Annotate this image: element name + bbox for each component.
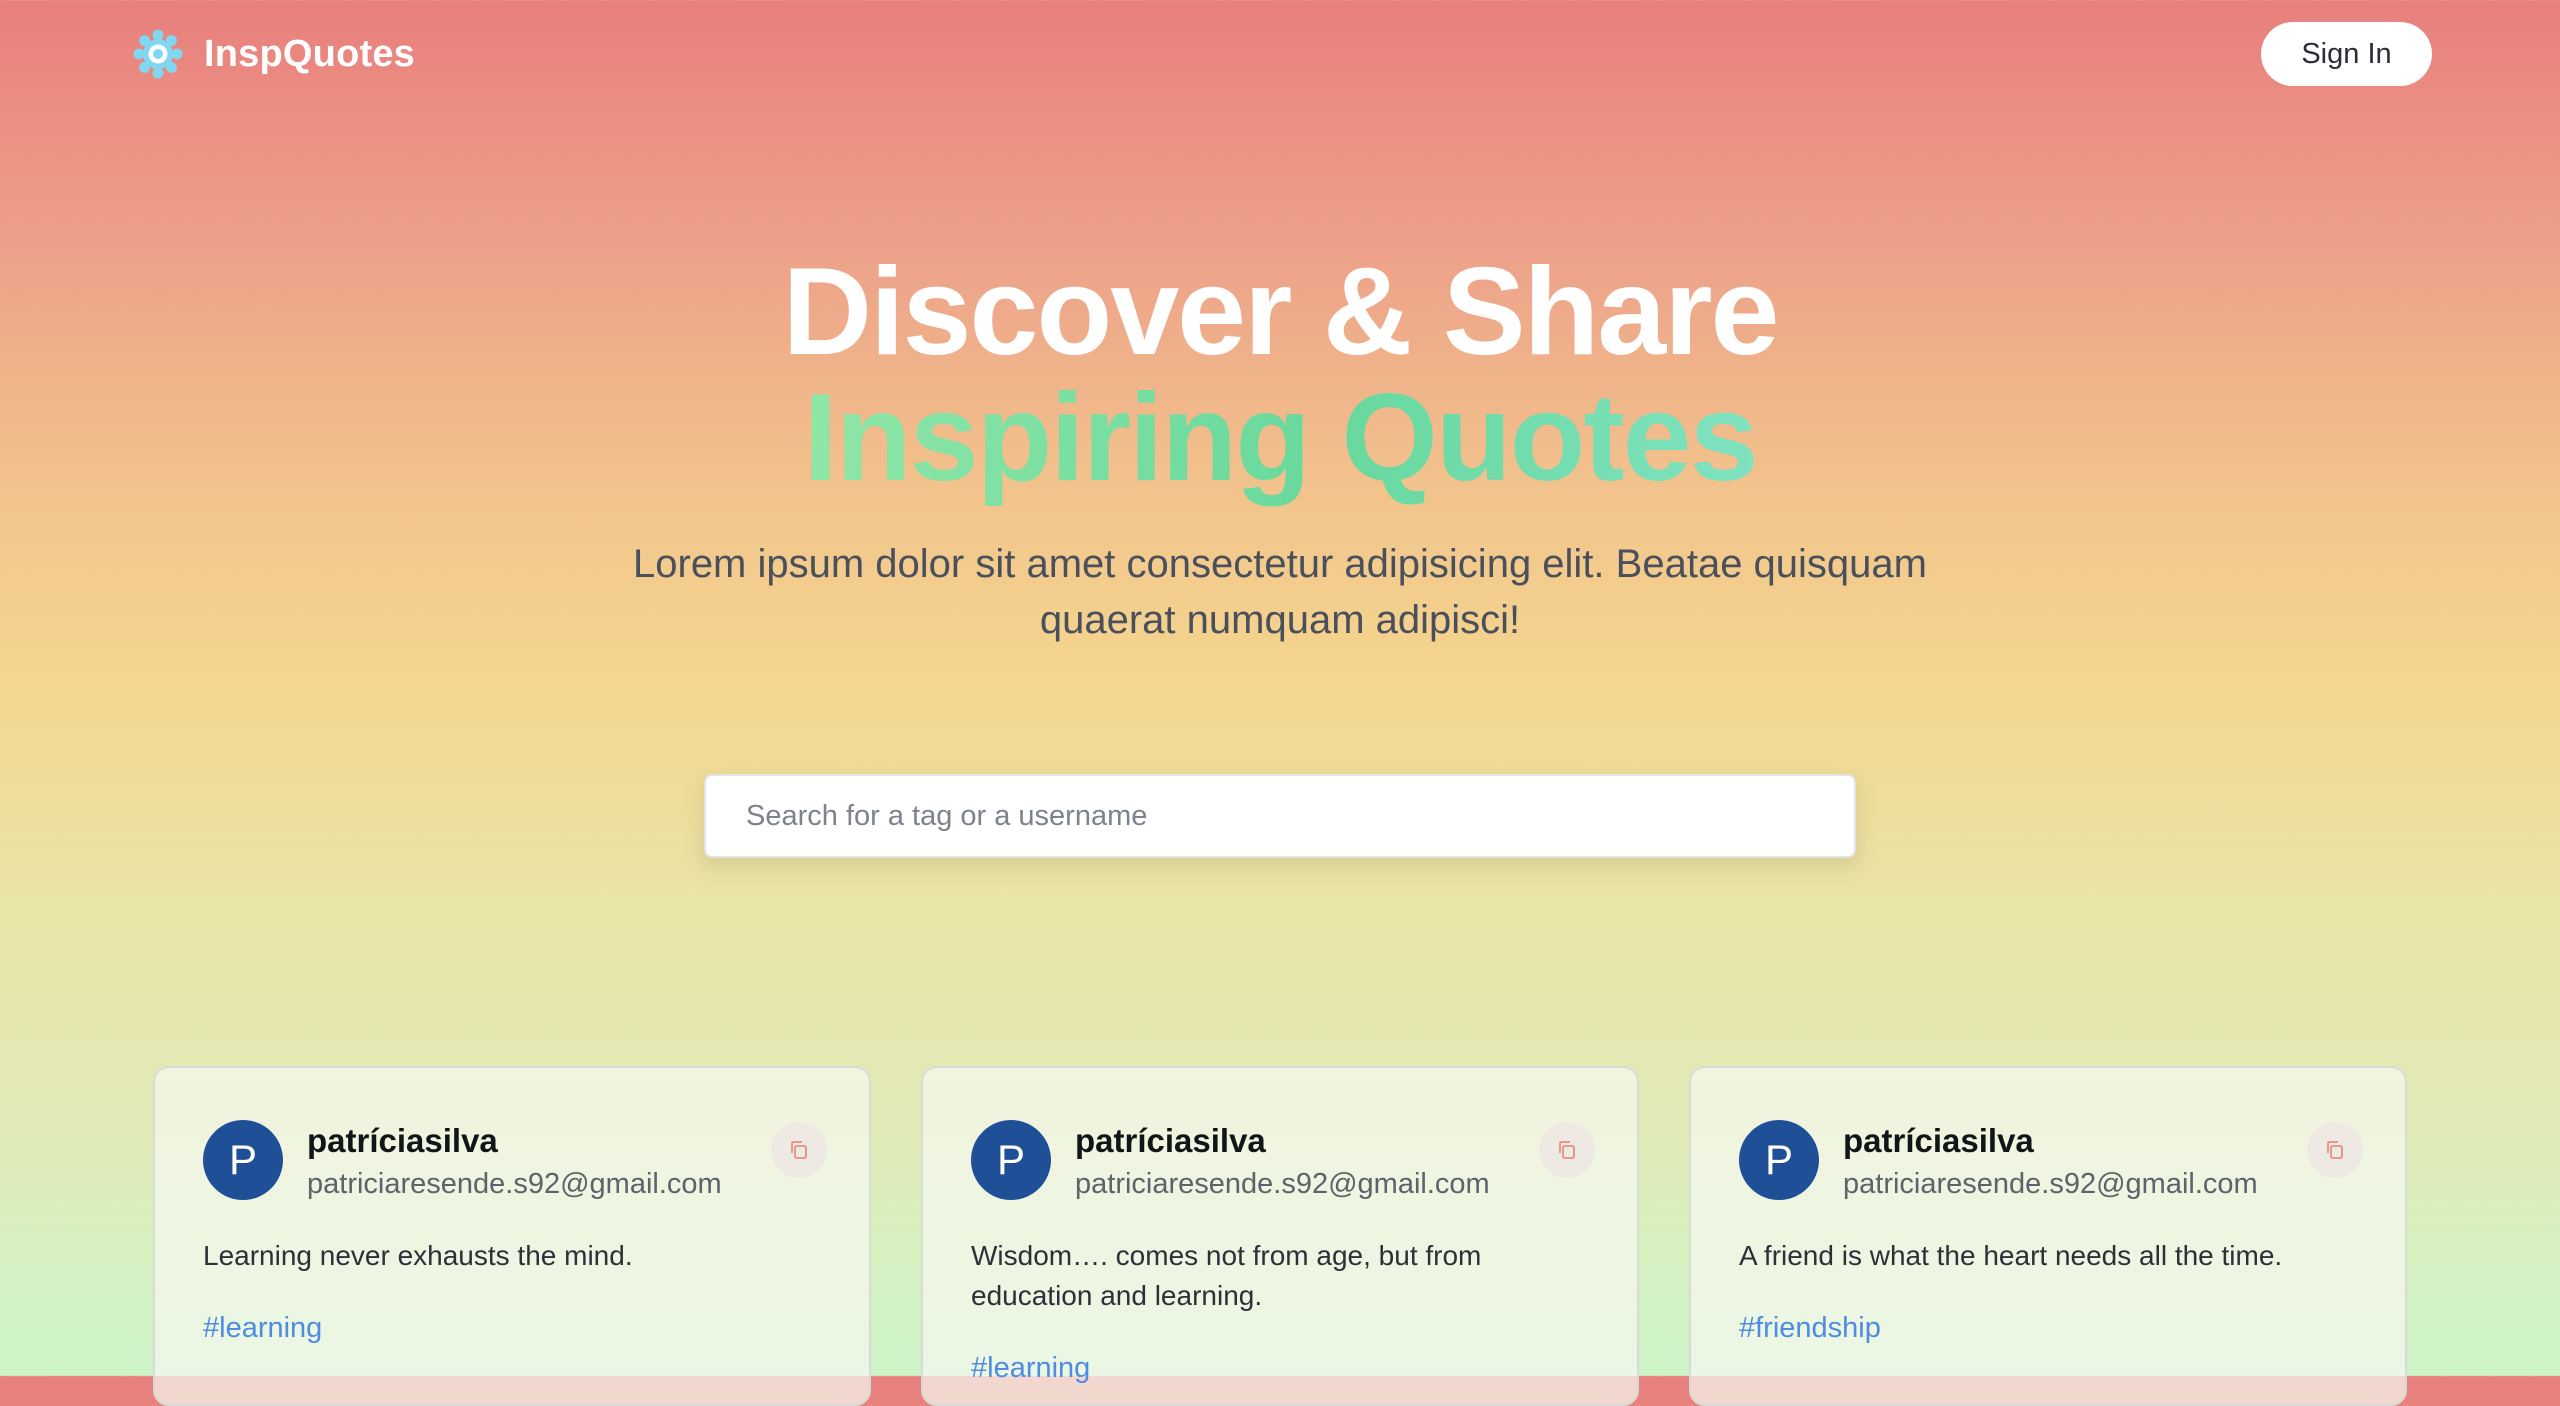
card-username[interactable]: patríciasilva bbox=[1075, 1122, 1266, 1160]
sign-in-button[interactable]: Sign In bbox=[2261, 22, 2432, 86]
hero-title-accent-text: Inspiring Quotes bbox=[803, 369, 1758, 507]
card-quote: Learning never exhausts the mind. bbox=[203, 1240, 633, 1271]
card-tag[interactable]: #learning bbox=[203, 1312, 322, 1345]
brand-logo-icon bbox=[133, 29, 183, 79]
search-input[interactable] bbox=[706, 776, 1854, 856]
avatar[interactable]: P bbox=[203, 1120, 283, 1200]
quote-card: P patríciasilva patriciaresende.s92@gmai… bbox=[921, 1066, 1639, 1406]
copy-button[interactable] bbox=[1539, 1122, 1595, 1178]
brand-link[interactable]: InspQuotes bbox=[132, 28, 415, 80]
quote-card: P patríciasilva patriciaresende.s92@gmai… bbox=[153, 1066, 871, 1406]
card-tag[interactable]: #learning bbox=[971, 1352, 1090, 1385]
copy-button[interactable] bbox=[2307, 1122, 2363, 1178]
avatar[interactable]: P bbox=[971, 1120, 1051, 1200]
card-username[interactable]: patríciasilva bbox=[1843, 1122, 2034, 1160]
card-quote: A friend is what the heart needs all the… bbox=[1739, 1240, 2283, 1271]
card-tag[interactable]: #friendship bbox=[1739, 1312, 1881, 1345]
copy-icon bbox=[2327, 1141, 2343, 1159]
copy-icon bbox=[1559, 1141, 1575, 1159]
avatar[interactable]: P bbox=[1739, 1120, 1819, 1200]
card-email: patriciaresende.s92@gmail.com bbox=[1075, 1168, 1490, 1200]
copy-button[interactable] bbox=[771, 1122, 827, 1178]
card-quote: Wisdom…. comes not from age, but from ed… bbox=[971, 1240, 1482, 1311]
hero-title: Discover & Share bbox=[782, 243, 1780, 381]
card-email: patriciaresende.s92@gmail.com bbox=[1843, 1168, 2258, 1200]
top-nav: InspQuotes Sign In bbox=[0, 0, 2560, 108]
copy-icon bbox=[791, 1141, 807, 1159]
card-email: patriciaresende.s92@gmail.com bbox=[307, 1168, 722, 1200]
search-box bbox=[704, 774, 1856, 858]
quote-card: P patríciasilva patriciaresende.s92@gmai… bbox=[1689, 1066, 2407, 1406]
card-username[interactable]: patríciasilva bbox=[307, 1122, 498, 1160]
hero-title-accent: Inspiring Quotes bbox=[0, 376, 2560, 500]
hero-subtitle: Lorem ipsum dolor sit amet consectetur a… bbox=[633, 542, 1927, 642]
brand-name: InspQuotes bbox=[204, 32, 416, 75]
